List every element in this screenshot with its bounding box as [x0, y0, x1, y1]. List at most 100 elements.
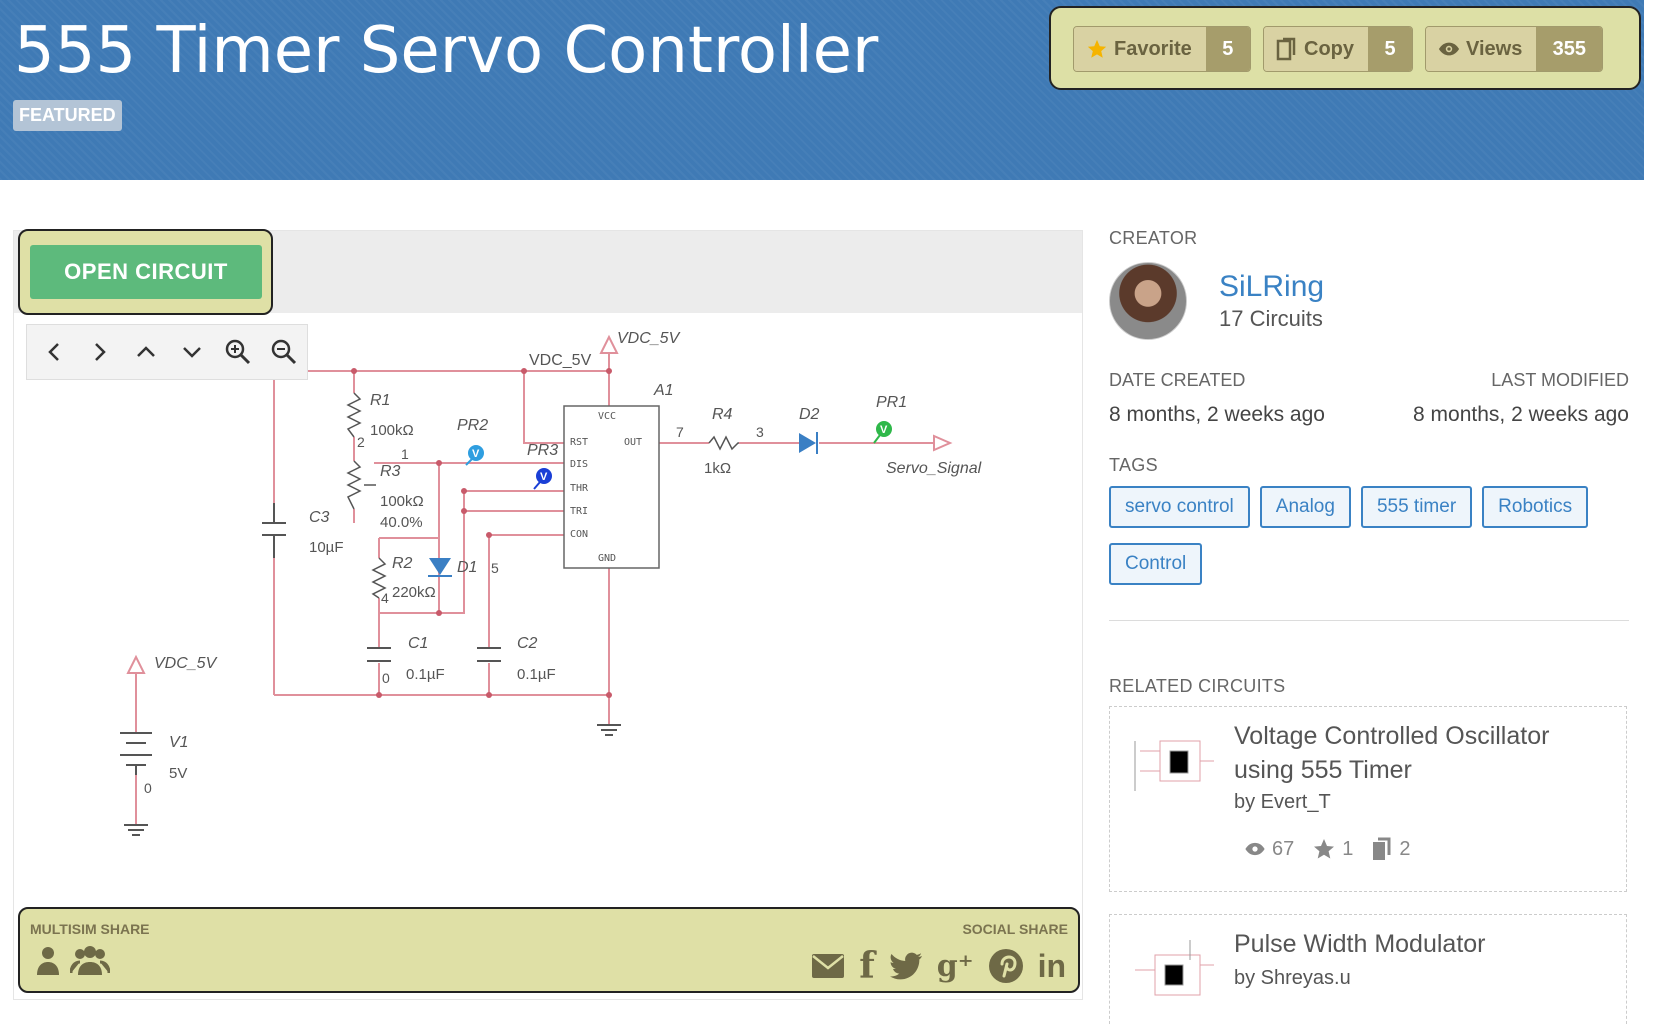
- probe-pr1-letter: V: [880, 424, 888, 436]
- related-views-count: 67: [1272, 837, 1295, 860]
- label-c1: C1: [408, 635, 428, 652]
- open-circuit-button[interactable]: OPEN CIRCUIT: [30, 245, 262, 299]
- favorite-button[interactable]: Favorite 5: [1073, 26, 1251, 72]
- label-r2: R2: [392, 555, 413, 572]
- share-pinterest-button[interactable]: [988, 948, 1024, 984]
- share-group-button[interactable]: [70, 945, 110, 975]
- last-modified-value: 8 months, 2 weeks ago: [1413, 403, 1629, 426]
- share-linkedin-button[interactable]: in: [1038, 948, 1066, 985]
- related-circuit-title[interactable]: Pulse Width Modulator: [1234, 927, 1604, 961]
- node-4: 4: [381, 590, 389, 606]
- open-circuit-highlight: OPEN CIRCUIT: [18, 229, 273, 315]
- related-circuit-author[interactable]: by Shreyas.u: [1234, 967, 1351, 990]
- favorite-label: Favorite: [1114, 37, 1192, 60]
- node-1: 1: [401, 446, 409, 462]
- circuit-viewer: OPEN CIRCUIT VCC RST OUT DIS THR TRI CON…: [13, 229, 1083, 1000]
- node-3: 3: [756, 424, 764, 440]
- pan-left-button[interactable]: [39, 337, 69, 367]
- divider: [1109, 620, 1629, 621]
- share-user-button[interactable]: [36, 945, 60, 975]
- creator-name-link[interactable]: SiLRing: [1219, 270, 1324, 304]
- date-created-value: 8 months, 2 weeks ago: [1109, 403, 1325, 426]
- label-d1: D1: [457, 559, 477, 576]
- probe-pr2-letter: V: [472, 448, 480, 460]
- share-bar: MULTISIM SHARE SOCIAL SHARE f g⁺ in: [18, 907, 1080, 993]
- diode-d2: [799, 433, 816, 453]
- wires: [135, 353, 934, 825]
- label-c1-value: 0.1µF: [406, 666, 445, 683]
- tag-555-timer[interactable]: 555 timer: [1360, 486, 1473, 528]
- share-twitter-button[interactable]: [889, 952, 923, 980]
- viewer-toolbar: [26, 324, 308, 380]
- google-plus-icon: g⁺: [936, 948, 974, 984]
- tag-control[interactable]: Control: [1109, 543, 1203, 585]
- related-circuit-stats: 67 1 2: [1244, 837, 1411, 861]
- node-7: 7: [676, 424, 684, 440]
- tag-servo-control[interactable]: servo control: [1109, 486, 1250, 528]
- related-circuit-card[interactable]: Pulse Width Modulator by Shreyas.u: [1109, 914, 1627, 1024]
- group-icon: [70, 946, 110, 975]
- related-circuits-heading: RELATED CIRCUITS: [1109, 676, 1286, 696]
- share-google-plus-button[interactable]: g⁺: [937, 949, 974, 984]
- label-r3-percent: 40.0%: [380, 514, 423, 531]
- label-r3: R3: [380, 463, 401, 480]
- stats-panel: Favorite 5 Copy 5 Views 355: [1049, 6, 1641, 90]
- label-c3-value: 10µF: [309, 539, 344, 556]
- node-0-a: 0: [382, 670, 390, 686]
- chevron-right-icon: [95, 343, 106, 361]
- page-header: 555 Timer Servo Controller FEATURED Favo…: [0, 0, 1644, 180]
- featured-badge: FEATURED: [13, 100, 122, 131]
- resistor-r4: [708, 435, 739, 451]
- star-icon: [1314, 839, 1335, 859]
- pinterest-icon: [988, 949, 1023, 983]
- pin-dis: DIS: [570, 459, 588, 470]
- copy-icon: [1373, 837, 1391, 860]
- pin-gnd: GND: [598, 553, 616, 564]
- diode-d1: [429, 558, 451, 575]
- multisim-share-label: MULTISIM SHARE: [30, 921, 150, 937]
- share-facebook-button[interactable]: f: [859, 945, 875, 987]
- circuit-info-sidebar: CREATOR SiLRing 17 Circuits DATE CREATED…: [1109, 228, 1629, 1024]
- label-r4: R4: [712, 406, 733, 423]
- copy-count: 5: [1368, 27, 1412, 71]
- related-circuit-thumbnail: [1135, 940, 1214, 996]
- tag-robotics[interactable]: Robotics: [1482, 486, 1589, 528]
- label-c2: C2: [517, 635, 538, 652]
- label-v1-value: 5V: [169, 765, 187, 782]
- resistor-r1: [346, 392, 362, 438]
- creator-row: SiLRing 17 Circuits: [1109, 262, 1324, 340]
- tag-list: servo control Analog 555 timer Robotics …: [1109, 486, 1629, 585]
- views-indicator: Views 355: [1425, 26, 1604, 72]
- creator-circuit-count: 17 Circuits: [1219, 306, 1323, 331]
- zoom-in-button[interactable]: [223, 337, 253, 367]
- tag-analog[interactable]: Analog: [1259, 486, 1351, 528]
- avatar[interactable]: [1109, 262, 1187, 340]
- share-email-button[interactable]: [811, 953, 845, 979]
- email-icon: [812, 954, 845, 978]
- label-pr1: PR1: [876, 394, 907, 411]
- copy-button[interactable]: Copy 5: [1263, 26, 1413, 72]
- last-modified-label: LAST MODIFIED: [1491, 370, 1629, 390]
- label-c3: C3: [309, 509, 330, 526]
- copy-icon: [1276, 37, 1296, 61]
- label-r1: R1: [370, 392, 390, 409]
- ground-symbols: [124, 724, 621, 836]
- pin-tri: TRI: [570, 506, 588, 517]
- label-r1-value: 100kΩ: [370, 422, 414, 439]
- user-icon: [37, 947, 59, 975]
- zoom-out-button[interactable]: [269, 337, 299, 367]
- label-r4-value: 1kΩ: [704, 460, 731, 477]
- pan-up-button[interactable]: [131, 337, 161, 367]
- pin-thr: THR: [570, 483, 589, 494]
- related-circuit-card[interactable]: Voltage Controlled Oscillator using 555 …: [1109, 706, 1627, 892]
- zoom-in-icon: [225, 339, 251, 365]
- related-circuit-title[interactable]: Voltage Controlled Oscillator using 555 …: [1234, 719, 1604, 787]
- label-pr3: PR3: [527, 442, 558, 459]
- tags-heading: TAGS: [1109, 455, 1158, 475]
- eye-icon: [1245, 842, 1265, 856]
- pan-right-button[interactable]: [85, 337, 115, 367]
- pan-down-button[interactable]: [177, 337, 207, 367]
- related-circuit-author[interactable]: by Evert_T: [1234, 791, 1331, 814]
- facebook-icon: f: [859, 945, 875, 987]
- circuit-schematic[interactable]: VCC RST OUT DIS THR TRI CON GND V V V VD…: [14, 313, 1082, 907]
